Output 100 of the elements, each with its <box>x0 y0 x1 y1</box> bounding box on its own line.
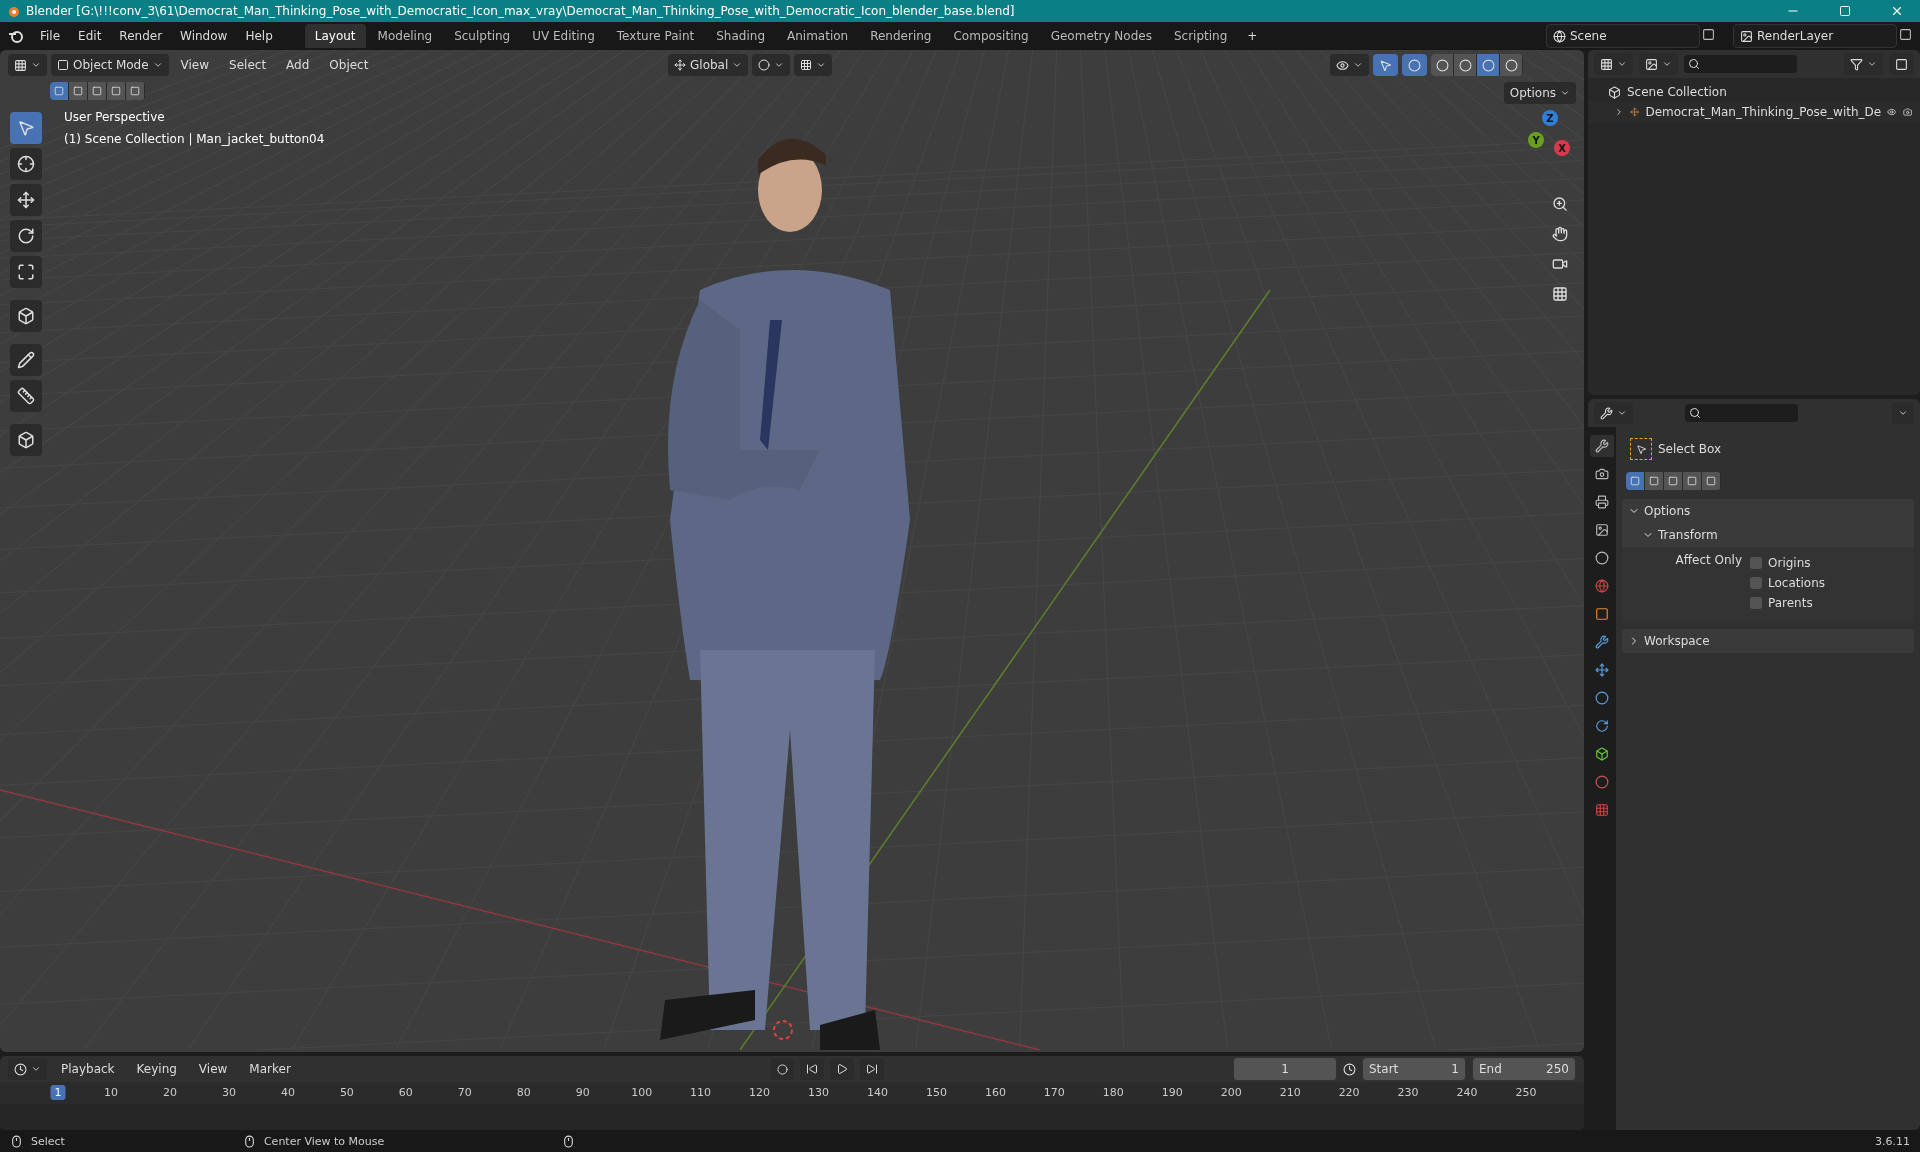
select-mode-button[interactable] <box>1702 472 1720 490</box>
scene-selector[interactable]: Scene <box>1546 24 1700 48</box>
cursor-tool[interactable] <box>10 148 42 180</box>
timeline-menu-item[interactable]: View <box>190 1058 236 1080</box>
axis-gizmo-ball[interactable]: X <box>1554 140 1570 156</box>
solid-shading-button[interactable] <box>1454 54 1476 76</box>
filter-button[interactable] <box>1844 53 1883 75</box>
material-shading-button[interactable] <box>1477 54 1499 76</box>
wireframe-shading-button[interactable] <box>1431 54 1453 76</box>
viewport-menu-item[interactable]: Object <box>321 54 377 76</box>
viewport-info-text: (1) Scene Collection | Man_jacket_button04 <box>64 131 325 148</box>
workspace-tab[interactable]: Sculpting <box>444 24 521 48</box>
axis-gizmo-ball[interactable]: Z <box>1542 110 1558 126</box>
menu-item[interactable]: Render <box>111 25 171 47</box>
workspace-tab[interactable]: Scripting <box>1163 24 1238 48</box>
caret-icon <box>1560 88 1570 98</box>
select-mode-button[interactable] <box>88 82 106 100</box>
blender-logo-icon <box>8 28 24 44</box>
workspace-tab[interactable]: Animation <box>777 24 859 48</box>
add-cube-tool[interactable] <box>10 424 42 456</box>
filter-mode-button[interactable] <box>1639 53 1678 75</box>
start-frame-field[interactable]: Start 1 <box>1362 1057 1466 1081</box>
editor-type-button[interactable] <box>8 1058 47 1080</box>
scale-tool[interactable] <box>10 256 42 288</box>
frame-number: 60 <box>397 1085 414 1100</box>
playhead-frame-label[interactable]: 1 <box>50 1085 66 1100</box>
record-button[interactable] <box>770 1058 794 1080</box>
select-mode-button[interactable] <box>126 82 144 100</box>
visibility-dropdown[interactable] <box>1330 54 1369 76</box>
menu-item[interactable]: Window <box>172 25 236 47</box>
menu-item[interactable]: Edit <box>70 25 110 47</box>
select-mode-button[interactable] <box>1664 472 1682 490</box>
select-mode-button[interactable] <box>1645 472 1663 490</box>
workspace-tab[interactable]: Compositing <box>943 24 1039 48</box>
workspace-tab[interactable]: Texture Paint <box>606 24 705 48</box>
options-dropdown[interactable]: Options <box>1503 82 1576 104</box>
search-field[interactable] <box>1685 404 1798 422</box>
maximize-icon <box>1839 5 1851 17</box>
outliner-row[interactable]: Scene Collection <box>1588 82 1920 102</box>
status-text: Center View to Mouse <box>263 1134 385 1148</box>
overlay-toggle[interactable] <box>1402 54 1427 76</box>
wrench-icon <box>1595 439 1609 453</box>
transform-tool[interactable] <box>10 300 42 332</box>
jump-end-button[interactable] <box>859 1058 884 1080</box>
timeline-menu-item[interactable]: Keying <box>128 1058 185 1080</box>
3d-cursor-icon <box>773 1020 793 1040</box>
workspace-tab[interactable]: Layout <box>304 24 366 48</box>
panel-header[interactable]: Options <box>1622 499 1914 523</box>
snap-button[interactable] <box>794 54 833 76</box>
editor-type-button[interactable] <box>1594 402 1633 424</box>
move-tool[interactable] <box>10 184 42 216</box>
orientation-dropdown[interactable]: Global <box>668 54 749 76</box>
select-mode-button[interactable] <box>107 82 125 100</box>
workspace-tab[interactable]: Rendering <box>860 24 942 48</box>
menu-item[interactable]: File <box>32 25 69 47</box>
timeline-menu-item[interactable]: Playback <box>53 1058 123 1080</box>
rotate-tool[interactable] <box>10 220 42 252</box>
select-mode-button[interactable] <box>1626 472 1644 490</box>
axis-gizmo-ball[interactable]: Y <box>1528 132 1544 148</box>
panel-header[interactable]: Workspace <box>1622 629 1914 653</box>
search-field[interactable] <box>1684 55 1797 73</box>
play-button[interactable] <box>829 1058 854 1080</box>
tool-tab[interactable] <box>1590 435 1614 457</box>
select-mode-button[interactable] <box>50 82 68 100</box>
annotate-tool[interactable] <box>10 344 42 376</box>
menu-item[interactable]: Help <box>237 25 281 47</box>
frame-number: 70 <box>456 1085 473 1100</box>
object-mode-icon <box>57 59 69 71</box>
workspace-tab[interactable]: Modeling <box>367 24 443 48</box>
jump-start-button[interactable] <box>799 1058 824 1080</box>
workspace-tab[interactable]: UV Editing <box>522 24 605 48</box>
add-workspace-button[interactable]: + <box>1239 25 1266 47</box>
rendered-shading-button[interactable] <box>1500 54 1522 76</box>
mode-dropdown[interactable]: Object Mode <box>51 54 169 76</box>
viewport-menu-item[interactable]: Select <box>221 54 275 76</box>
end-frame-field[interactable]: End 250 <box>1472 1057 1576 1081</box>
search-icon <box>1689 407 1701 419</box>
editor-type-button[interactable] <box>8 54 47 76</box>
subpanel-header[interactable]: Transform <box>1622 523 1914 547</box>
frame-number: 210 <box>1278 1085 1302 1100</box>
checkbox[interactable]: Locations <box>1750 573 1825 593</box>
timeline-menu-item[interactable]: Marker <box>241 1058 299 1080</box>
new-collection-button[interactable] <box>1889 53 1914 75</box>
checkbox[interactable]: Parents <box>1750 593 1825 613</box>
checkbox[interactable]: Origins <box>1750 553 1825 573</box>
view-layer-selector[interactable]: RenderLayer <box>1733 24 1897 48</box>
gizmo-toggle[interactable] <box>1373 54 1398 76</box>
current-frame-field[interactable]: 1 <box>1233 1057 1337 1081</box>
pivot-dropdown[interactable] <box>752 54 791 76</box>
select-box-tool[interactable] <box>10 112 42 144</box>
workspace-tab[interactable]: Geometry Nodes <box>1040 24 1162 48</box>
display-mode-button[interactable] <box>1594 53 1633 75</box>
select-mode-button[interactable] <box>69 82 87 100</box>
viewport-menu-item[interactable]: View <box>172 54 218 76</box>
measure-tool[interactable] <box>10 380 42 412</box>
sphere-icon <box>1435 58 1449 72</box>
select-mode-button[interactable] <box>1683 472 1701 490</box>
workspace-tab[interactable]: Shading <box>706 24 775 48</box>
window-title: Blender [G:\!!!conv_3\61\Democrat_Man_Thinking_Pose_with_Democratic_Icon_max_vray\Democrat_Man_Thinking_Pose_with_Democratic_Icon_blender_base.blend] <box>26 4 1016 18</box>
viewport-menu-item[interactable]: Add <box>278 54 318 76</box>
